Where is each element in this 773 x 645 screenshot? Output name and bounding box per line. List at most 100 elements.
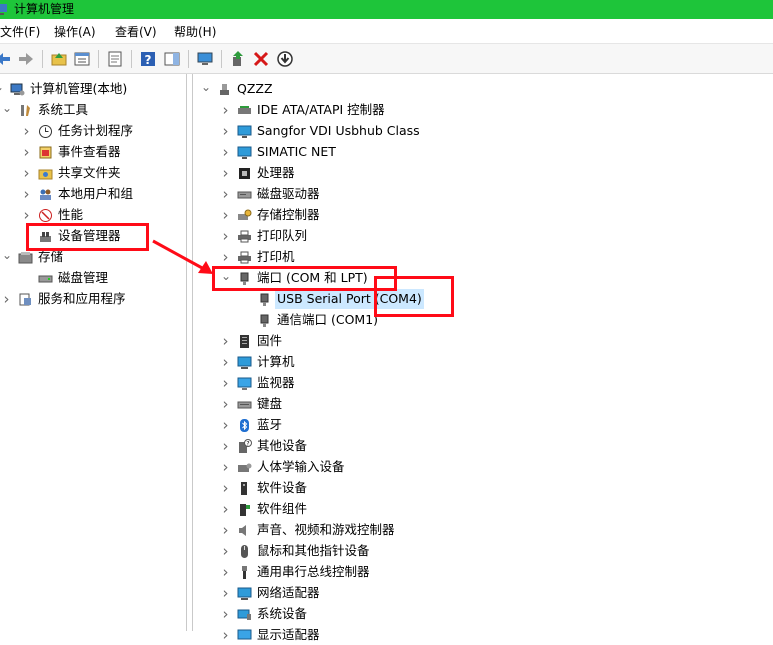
software-device-icon (237, 481, 252, 496)
qzzz-root-icon (217, 82, 232, 97)
menu-view[interactable]: 查看(V) (115, 25, 157, 40)
monitor-icon[interactable] (196, 50, 214, 68)
network-adapter-icon (237, 586, 252, 601)
chevron-right-icon[interactable]: › (221, 436, 230, 456)
chevron-right-icon[interactable]: › (221, 247, 230, 267)
computer-mgmt-icon (10, 82, 25, 97)
cpu-icon (237, 166, 252, 181)
toolbar-separator (221, 50, 222, 68)
keyboard-icon (237, 397, 252, 412)
chevron-right-icon[interactable]: › (221, 331, 230, 351)
highlight-device-manager (26, 223, 149, 251)
toolbar-separator (98, 50, 99, 68)
computer-management-icon (0, 2, 8, 16)
port-icon (257, 292, 272, 307)
chevron-down-icon[interactable]: ⌄ (0, 79, 4, 99)
svg-text:?: ? (145, 53, 152, 67)
tree-item-label: Sangfor VDI Usbhub Class (257, 123, 420, 138)
chevron-right-icon[interactable]: › (221, 121, 230, 141)
tools-icon (18, 103, 33, 118)
tree-item-label: 计算机 (257, 354, 295, 369)
system-device-icon (237, 607, 252, 622)
title-bar: 计算机管理 (0, 0, 773, 19)
computer-icon (237, 355, 252, 370)
chevron-down-icon[interactable]: ⌄ (2, 100, 12, 120)
annotation-arrow-icon (152, 239, 213, 274)
chevron-right-icon[interactable]: › (22, 163, 31, 183)
tree-item-label: 系统工具 (38, 102, 89, 117)
chevron-right-icon[interactable]: › (221, 226, 230, 246)
chevron-right-icon[interactable]: › (221, 541, 230, 561)
firmware-icon (237, 334, 252, 349)
chevron-right-icon[interactable]: › (221, 478, 230, 498)
chevron-right-icon[interactable]: › (221, 499, 230, 519)
tree-item-label: 其他设备 (257, 438, 308, 453)
storage-icon (18, 250, 33, 265)
tree-item-label: 事件查看器 (58, 144, 121, 159)
storage-controller-icon (237, 208, 252, 223)
printer-icon (237, 250, 252, 265)
tree-item-label: 通信端口 (COM1) (277, 312, 379, 327)
tree-item-label: 监视器 (257, 375, 295, 390)
tree-item-label: 打印队列 (257, 228, 308, 243)
up-folder-icon[interactable] (50, 50, 68, 68)
tree-item-label: 存储控制器 (257, 207, 320, 222)
tree-item-label: SIMATIC NET (257, 144, 336, 159)
chevron-right-icon[interactable]: › (2, 289, 11, 309)
chevron-down-icon[interactable]: ⌄ (201, 79, 211, 99)
chevron-right-icon[interactable]: › (221, 457, 230, 477)
device-tree-pane[interactable]: ⌄ QZZZ › IDE ATA/ATAPI 控制器 › Sangfor VDI Usbh… (192, 74, 773, 644)
tree-item-label: 人体学输入设备 (257, 459, 345, 474)
port-icon (257, 313, 272, 328)
tree-item-label: 键盘 (257, 396, 283, 411)
chevron-right-icon[interactable]: › (22, 142, 31, 162)
help-icon[interactable]: ? (139, 50, 157, 68)
forward-arrow-icon[interactable] (17, 50, 35, 68)
chevron-right-icon[interactable]: › (221, 625, 230, 645)
chevron-right-icon[interactable]: › (221, 373, 230, 393)
tree-item-label: 声音、视频和游戏控制器 (257, 522, 395, 537)
chevron-right-icon[interactable]: › (221, 184, 230, 204)
chevron-right-icon[interactable]: › (221, 100, 230, 120)
uninstall-x-icon[interactable] (252, 50, 270, 68)
ide-controller-icon (237, 103, 252, 118)
tree-item-label: 服务和应用程序 (38, 291, 126, 306)
printer-icon (237, 229, 252, 244)
console-tree-pane[interactable]: ⌄ 计算机管理(本地) ⌄ 系统工具 › 任务计划程序 › 事件查看器 › 共享文件夹 › 本地用户和… (0, 74, 187, 631)
chevron-right-icon[interactable]: › (221, 562, 230, 582)
svg-text:?: ? (246, 441, 249, 448)
network-monitor-icon (237, 145, 252, 160)
tree-item-label: 网络适配器 (257, 585, 320, 600)
chevron-right-icon[interactable]: › (221, 604, 230, 624)
chevron-right-icon[interactable]: › (221, 352, 230, 372)
properties-icon[interactable] (73, 50, 91, 68)
back-arrow-icon[interactable] (0, 50, 12, 68)
menu-action[interactable]: 操作(A) (54, 25, 96, 40)
update-driver-icon[interactable] (229, 50, 247, 68)
chevron-right-icon[interactable]: › (221, 142, 230, 162)
tree-item-label: 共享文件夹 (58, 165, 121, 180)
tree-item-label: 计算机管理(本地) (30, 81, 128, 96)
chevron-right-icon[interactable]: › (22, 205, 31, 225)
users-icon (38, 187, 53, 202)
menu-file[interactable]: 文件(F) (0, 25, 40, 40)
export-icon[interactable] (106, 50, 124, 68)
monitor-icon (237, 376, 252, 391)
chevron-right-icon[interactable]: › (221, 583, 230, 603)
disk-icon (38, 271, 53, 286)
chevron-right-icon[interactable]: › (22, 121, 31, 141)
chevron-right-icon[interactable]: › (221, 394, 230, 414)
download-arrow-icon[interactable] (276, 50, 294, 68)
tree-item-label: QZZZ (237, 81, 273, 96)
usb-icon (237, 565, 252, 580)
highlight-ports-category (212, 266, 397, 291)
chevron-down-icon[interactable]: ⌄ (2, 247, 12, 267)
menu-help[interactable]: 帮助(H) (174, 25, 216, 40)
action-pane-icon[interactable] (163, 50, 181, 68)
tree-item-label: 本地用户和组 (58, 186, 134, 201)
chevron-right-icon[interactable]: › (221, 163, 230, 183)
chevron-right-icon[interactable]: › (221, 415, 230, 435)
chevron-right-icon[interactable]: › (221, 205, 230, 225)
chevron-right-icon[interactable]: › (221, 520, 230, 540)
chevron-right-icon[interactable]: › (22, 184, 31, 204)
